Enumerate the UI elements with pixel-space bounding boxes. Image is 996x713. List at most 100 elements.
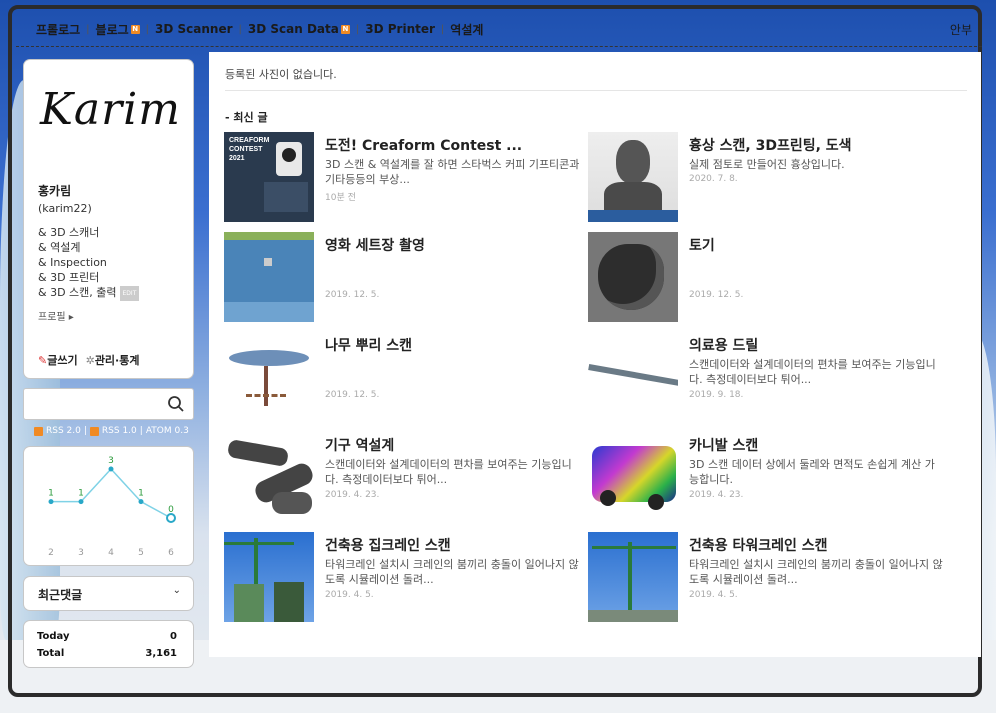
tower-crane-thumb[interactable]: [588, 532, 678, 622]
profile-link[interactable]: 프로필 ▸: [38, 308, 74, 323]
post-title[interactable]: 건축용 집크레인 스캔: [325, 535, 451, 555]
data-label: 1: [78, 489, 84, 499]
post-title[interactable]: 기구 역설계: [325, 435, 394, 455]
gear-icon: ✲: [85, 354, 95, 367]
profile-id: (karim22): [38, 202, 92, 215]
post-title[interactable]: 도전! Creaform Contest ...: [325, 135, 522, 155]
stats-today: Today 0: [37, 631, 177, 642]
post-summary: 타워크레인 설치시 크레인의 붐끼리 충돌이 일어나지 않도록 시뮬레이션 돌려…: [325, 558, 579, 586]
post-summary: 실제 점토로 만들어진 흉상입니다.: [689, 158, 845, 171]
post-date: 2019. 4. 5.: [325, 590, 374, 600]
post-title[interactable]: 흉상 스캔, 3D프린팅, 도색: [689, 135, 852, 155]
data-label: 3: [108, 456, 114, 466]
main-content: 등록된 사진이 없습니다. - 최신 글 CREAFORM CONTEST 2021…: [209, 52, 981, 657]
nav-item-3d-scanner[interactable]: 3D Scanner: [149, 22, 238, 36]
post-date: 2019. 4. 23.: [689, 490, 744, 500]
post-title[interactable]: 영화 세트장 촬영: [325, 235, 425, 255]
post-title[interactable]: 건축용 타워크레인 스캔: [689, 535, 828, 555]
post-card[interactable]: 토기 2019. 12. 5.: [588, 232, 948, 322]
post-title[interactable]: 토기: [689, 235, 715, 255]
profile-tag-last: & 3D 스캔, 출력 EDIT: [38, 285, 140, 301]
x-tick-label: 5: [138, 548, 144, 558]
data-label: 1: [138, 489, 144, 499]
visitor-stats: Today 0 Total 3,161: [24, 621, 193, 667]
edit-badge[interactable]: EDIT: [119, 285, 140, 301]
divider: [225, 90, 967, 91]
pencil-icon: ✎: [38, 354, 48, 367]
post-date: 2020. 7. 8.: [689, 174, 738, 184]
x-tick-label: 3: [78, 548, 84, 558]
profile-tag: & 3D 프린터: [38, 271, 100, 284]
nav-item-3d-scan-data[interactable]: 3D Scan Data N: [242, 22, 356, 36]
series-line: [51, 467, 172, 519]
visitor-graph-panel: 1 2 1 3 3 4 1 5 0 6: [24, 447, 193, 565]
jib-crane-thumb[interactable]: [224, 532, 314, 622]
post-title[interactable]: 나무 뿌리 스캔: [325, 335, 412, 355]
nav-item-prologue[interactable]: 프롤로그: [30, 21, 86, 38]
post-summary: 스캔데이터와 설계데이터의 편차를 보여주는 기능입니다. 측정데이터보다 튀어…: [325, 458, 572, 486]
post-date: 2019. 12. 5.: [325, 390, 380, 400]
tree-root-thumb[interactable]: [224, 332, 314, 422]
post-card[interactable]: 건축용 타워크레인 스캔타워크레인 설치시 크레인의 붐끼리 충돌이 일어나지 …: [588, 532, 948, 622]
feed-link-atom[interactable]: ATOM 0.3: [146, 426, 189, 436]
post-date: 10분 전: [325, 193, 356, 203]
search-box: [24, 389, 193, 419]
post-card[interactable]: 건축용 집크레인 스캔타워크레인 설치시 크레인의 붐끼리 충돌이 일어나지 않…: [224, 532, 584, 622]
post-date: 2019. 4. 5.: [689, 590, 738, 600]
x-tick-label: 4: [108, 548, 114, 558]
post-summary: 3D 스캔 & 역설계를 잘 하면 스타벅스 커피 기프티콘과 기타등등의 부상…: [325, 158, 580, 186]
recent-comments-dropdown[interactable]: 최근댓글 ⌄: [24, 577, 193, 610]
bust-thumb[interactable]: [588, 132, 678, 222]
data-label: 1: [48, 489, 54, 499]
pottery-thumb[interactable]: [588, 232, 678, 322]
new-badge: N: [340, 24, 350, 34]
rss-icon: [89, 426, 99, 436]
nav-divider: [16, 46, 982, 47]
post-title[interactable]: 카니발 스캔: [689, 435, 758, 455]
post-title[interactable]: 의료용 드릴: [689, 335, 758, 355]
profile-name: 홍카림: [38, 184, 72, 198]
x-tick-label: 2: [48, 548, 54, 558]
nav-item-guestbook[interactable]: 안부: [944, 21, 978, 38]
search-input[interactable]: [28, 393, 162, 415]
blog-logo[interactable]: Karim: [40, 84, 181, 135]
film-set-thumb[interactable]: [224, 232, 314, 322]
post-card[interactable]: 기구 역설계스캔데이터와 설계데이터의 편차를 보여주는 기능입니다. 측정데이…: [224, 432, 584, 522]
write-button[interactable]: ✎글쓰기: [38, 352, 78, 368]
nav-item-3d-printer[interactable]: 3D Printer: [359, 22, 441, 36]
medical-drill-thumb[interactable]: [588, 332, 678, 422]
nav-item-blog[interactable]: 블로그 N: [90, 21, 146, 38]
post-card[interactable]: CREAFORM CONTEST 2021 도전! Creaform Contest …: [224, 132, 584, 222]
post-date: 2019. 12. 5.: [689, 290, 744, 300]
nav-item-reverse-engineering[interactable]: 역설계: [444, 21, 489, 38]
post-card[interactable]: 흉상 스캔, 3D프린팅, 도색실제 점토로 만들어진 흉상입니다. 2020. …: [588, 132, 948, 222]
x-tick-label: 6: [168, 548, 174, 558]
feed-separator: |: [83, 426, 87, 436]
manage-button[interactable]: ✲관리·통계: [86, 352, 140, 368]
no-photo-message: 등록된 사진이 없습니다.: [225, 68, 337, 81]
post-card[interactable]: 카니발 스캔 3D 스캔 데이터 상에서 둘레와 면적도 손쉽게 계산 가능합니다…: [588, 432, 948, 522]
feed-link-rss1[interactable]: RSS 1.0: [102, 426, 137, 436]
carnival-thumb[interactable]: [588, 432, 678, 522]
search-icon[interactable]: [167, 395, 185, 413]
post-summary: 3D 스캔 데이터 상에서 둘레와 면적도 손쉽게 계산 가능합니다.: [689, 458, 935, 486]
profile-tag: & Inspection: [38, 256, 107, 269]
creaform-contest-thumb[interactable]: CREAFORM CONTEST 2021: [224, 132, 314, 222]
chevron-down-icon: ⌄: [172, 585, 181, 596]
profile-actions: ✎글쓰기 ✲관리·통계: [38, 352, 139, 368]
data-label: 0: [168, 505, 174, 515]
post-card[interactable]: 영화 세트장 촬영 2019. 12. 5.: [224, 232, 584, 322]
caret-right-icon: ▸: [68, 312, 74, 323]
profile-tags: & 3D 스캐너 & 역설계 & Inspection & 3D 프린터 & 3…: [38, 225, 140, 301]
mechanism-thumb[interactable]: [224, 432, 314, 522]
post-card[interactable]: 의료용 드릴스캔데이터와 설계데이터의 편차를 보여주는 기능입니다. 측정데이…: [588, 332, 948, 422]
data-point: [48, 499, 54, 505]
feed-links: RSS 2.0 | RSS 1.0 | ATOM 0.3: [34, 426, 189, 436]
recent-comments-label: 최근댓글: [38, 588, 83, 602]
new-badge: N: [130, 24, 140, 34]
post-summary: 타워크레인 설치시 크레인의 붐끼리 충돌이 일어나지 않도록 시뮬레이션 돌려…: [689, 558, 943, 586]
top-navigation: 프롤로그 | 블로그 N | 3D Scanner | 3D Scan Data N…: [30, 14, 978, 44]
feed-link-rss2[interactable]: RSS 2.0: [46, 426, 81, 436]
post-card[interactable]: 나무 뿌리 스캔 2019. 12. 5.: [224, 332, 584, 422]
post-summary: 스캔데이터와 설계데이터의 편차를 보여주는 기능입니다. 측정데이터보다 튀어…: [689, 358, 936, 386]
